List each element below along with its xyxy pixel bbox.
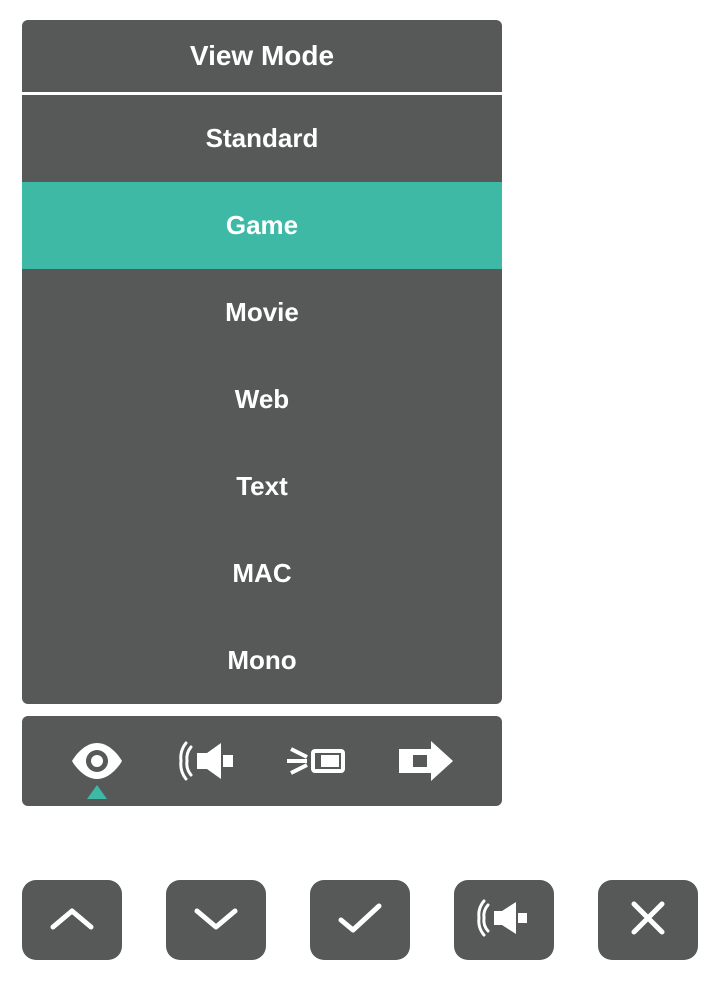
chevron-down-icon (191, 903, 241, 938)
category-display[interactable] (277, 721, 357, 801)
category-view-mode[interactable] (57, 721, 137, 801)
down-button[interactable] (166, 880, 266, 960)
menu-item-mac[interactable]: MAC (22, 530, 502, 617)
confirm-button[interactable] (310, 880, 410, 960)
menu-item-movie[interactable]: Movie (22, 269, 502, 356)
active-category-marker (87, 785, 107, 799)
category-audio[interactable] (167, 721, 247, 801)
eye-icon (70, 743, 124, 779)
category-bar (22, 716, 502, 806)
nav-button-row (22, 880, 698, 960)
check-icon (335, 900, 385, 941)
menu-item-standard[interactable]: Standard (22, 95, 502, 182)
audio-button[interactable] (454, 880, 554, 960)
menu-item-game[interactable]: Game (22, 182, 502, 269)
category-input[interactable] (387, 721, 467, 801)
up-button[interactable] (22, 880, 122, 960)
menu-title: View Mode (22, 20, 502, 92)
menu-item-web[interactable]: Web (22, 356, 502, 443)
speaker-icon (177, 739, 237, 783)
chevron-up-icon (47, 903, 97, 938)
close-icon (628, 898, 668, 943)
osd-menu-panel: View Mode Standard Game Movie Web Text M… (22, 20, 502, 806)
close-button[interactable] (598, 880, 698, 960)
projector-icon (287, 741, 347, 781)
menu-list: Standard Game Movie Web Text MAC Mono (22, 95, 502, 704)
speaker-small-icon (476, 898, 532, 943)
menu-item-text[interactable]: Text (22, 443, 502, 530)
menu-item-mono[interactable]: Mono (22, 617, 502, 704)
input-source-icon (397, 741, 457, 781)
